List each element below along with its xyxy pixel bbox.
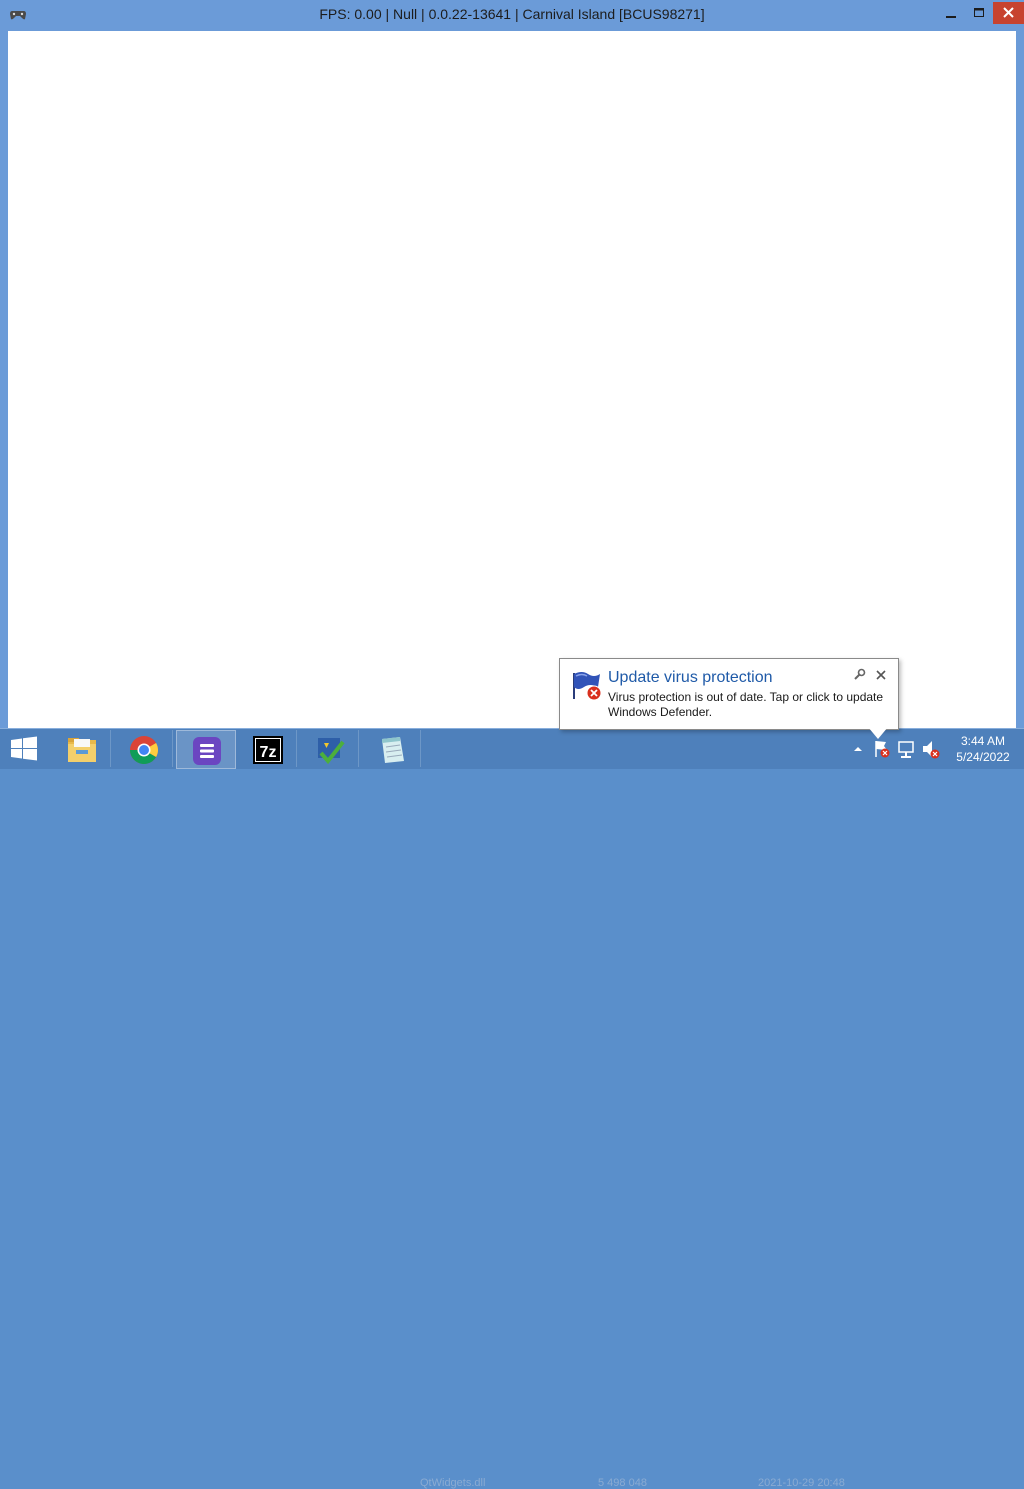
balloon-pointer (868, 727, 888, 739)
7zip-icon: 7z (253, 736, 283, 764)
notepad-icon (382, 737, 404, 763)
title-bar[interactable]: FPS: 0.00 | Null | 0.0.22-13641 | Carniv… (0, 0, 1024, 31)
notification-balloon[interactable]: Update virus protection Virus protection… (559, 658, 899, 730)
show-hidden-icons-button[interactable] (850, 729, 866, 769)
balloon-message[interactable]: Virus protection is out of date. Tap or … (608, 690, 893, 720)
windows-logo-icon (11, 736, 37, 761)
maximize-icon (974, 8, 984, 17)
taskbar-rpcs3[interactable] (176, 730, 236, 769)
game-viewport[interactable] (8, 31, 1016, 730)
tray-volume[interactable] (920, 729, 942, 769)
checkmark-icon (318, 738, 345, 765)
app-b-icon (193, 737, 221, 765)
taskbar-notepad[interactable] (362, 730, 421, 767)
app-window: FPS: 0.00 | Null | 0.0.22-13641 | Carniv… (0, 0, 1024, 730)
clock-time: 3:44 AM (960, 734, 1006, 748)
taskbar-clock[interactable]: 3:44 AM 5/24/2022 (948, 733, 1018, 765)
minimize-button[interactable] (937, 2, 965, 24)
defender-flag-error-icon (573, 672, 602, 701)
balloon-options-button[interactable] (852, 668, 866, 687)
close-button[interactable] (993, 2, 1024, 24)
chevron-up-icon (854, 747, 862, 751)
clock-date: 5/24/2022 (956, 750, 1010, 764)
window-title: FPS: 0.00 | Null | 0.0.22-13641 | Carniv… (319, 6, 705, 22)
tray-network[interactable] (896, 729, 918, 769)
balloon-title: Update virus protection (608, 669, 773, 686)
ghost-filename: QtWidgets.dll (420, 1477, 486, 1489)
close-icon (876, 670, 886, 680)
taskbar-file-explorer[interactable] (52, 730, 111, 767)
minimize-icon (946, 16, 956, 18)
taskbar-check-tool[interactable] (300, 730, 359, 767)
taskbar-7zip[interactable]: 7z (238, 730, 297, 767)
start-button[interactable] (0, 729, 50, 769)
svg-text:7z: 7z (260, 744, 277, 761)
ghost-date: 2021-10-29 20:48 (758, 1477, 845, 1489)
close-icon (993, 2, 1024, 24)
network-icon (898, 741, 914, 758)
maximize-button[interactable] (965, 2, 993, 24)
balloon-close-button[interactable] (874, 668, 888, 687)
folder-icon (68, 738, 96, 762)
ghost-filesize: 5 498 048 (598, 1477, 647, 1489)
taskbar-chrome[interactable] (114, 730, 173, 767)
wrench-icon (854, 668, 866, 680)
volume-muted-icon (923, 741, 940, 759)
chrome-icon (130, 736, 158, 764)
